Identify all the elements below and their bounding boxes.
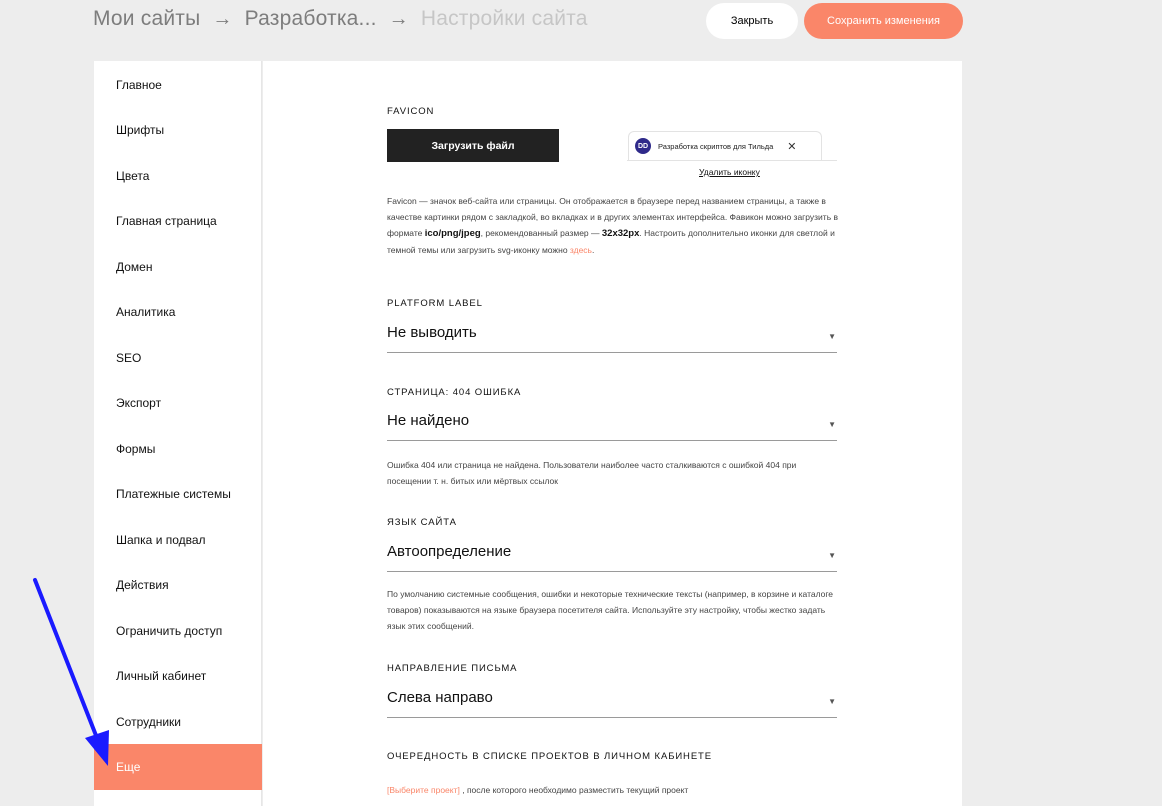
close-icon: ✕ (787, 140, 797, 153)
writing-direction-title: НАПРАВЛЕНИЕ ПИСЬМА (387, 663, 518, 674)
platform-label-title: PLATFORM LABEL (387, 298, 483, 309)
arrow-right-icon: → (388, 7, 409, 30)
favicon-desc-format: ico/png/jpeg (424, 228, 481, 239)
chevron-down-icon: ▼ (828, 551, 836, 560)
select-project-link[interactable]: [Выберите проект] (387, 785, 460, 795)
page-404-title: СТРАНИЦА: 404 ОШИБКА (387, 387, 522, 398)
chevron-down-icon: ▼ (828, 697, 836, 706)
tab-baseline (627, 160, 837, 161)
sidebar-item-more[interactable]: Еще (94, 744, 262, 790)
page-404-value: Не найдено (387, 412, 470, 429)
chevron-down-icon: ▼ (828, 332, 836, 341)
sidebar-item-fonts[interactable]: Шрифты (94, 107, 262, 153)
favicon-preview-icon: DD (635, 138, 651, 154)
sidebar-item-colors[interactable]: Цвета (94, 153, 262, 199)
favicon-desc-size: 32x32px (601, 228, 640, 239)
project-order-title: ОЧЕРЕДНОСТЬ В СПИСКЕ ПРОЕКТОВ В ЛИЧНОМ К… (387, 751, 712, 762)
arrow-right-icon: → (212, 7, 233, 30)
writing-direction-select[interactable]: Слева направо ▼ (387, 678, 837, 718)
site-language-title: ЯЗЫК САЙТА (387, 517, 457, 528)
chevron-down-icon: ▼ (828, 420, 836, 429)
favicon-title: FAVICON (387, 106, 435, 117)
breadcrumb: Мои сайты → Разработка... → Настройки са… (93, 4, 588, 34)
close-button[interactable]: Закрыть (706, 3, 798, 39)
sidebar-item-payment-systems[interactable]: Платежные системы (94, 471, 262, 517)
breadcrumb-current: Настройки сайта (420, 7, 588, 30)
page-404-description: Ошибка 404 или страница не найдена. Поль… (387, 460, 797, 486)
sidebar-item-actions[interactable]: Действия (94, 562, 262, 608)
breadcrumb-project[interactable]: Разработка... (245, 7, 377, 31)
settings-sidebar: Главное Шрифты Цвета Главная страница До… (94, 61, 262, 806)
sidebar-item-restrict-access[interactable]: Ограничить доступ (94, 608, 262, 654)
favicon-desc-text: . (591, 245, 595, 255)
sidebar-item-domain[interactable]: Домен (94, 244, 262, 290)
page-404-select[interactable]: Не найдено ▼ (387, 401, 837, 441)
favicon-description: Favicon — значок веб-сайта или страницы.… (387, 193, 839, 258)
settings-panel: FAVICON Загрузить файл DD Разработка скр… (263, 61, 962, 806)
platform-label-value: Не выводить (387, 324, 477, 341)
site-language-description: По умолчанию системные сообщения, ошибки… (387, 589, 834, 631)
sidebar-item-analytics[interactable]: Аналитика (94, 289, 262, 335)
platform-label-select[interactable]: Не выводить ▼ (387, 313, 837, 353)
sidebar-item-main[interactable]: Главное (94, 62, 262, 108)
sidebar-item-seo[interactable]: SEO (94, 335, 262, 381)
sidebar-item-forms[interactable]: Формы (94, 426, 262, 472)
favicon-desc-text: , рекомендованный размер — (480, 228, 602, 238)
sidebar-item-home-page[interactable]: Главная страница (94, 198, 262, 244)
sidebar-item-staff[interactable]: Сотрудники (94, 699, 262, 745)
remove-icon-link[interactable]: Удалить иконку (699, 167, 760, 177)
save-button[interactable]: Сохранить изменения (804, 3, 963, 39)
site-language-select[interactable]: Автоопределение ▼ (387, 532, 837, 572)
favicon-settings-link[interactable]: здесь (570, 245, 592, 255)
project-order-description: [Выберите проект] , после которого необх… (387, 782, 839, 798)
writing-direction-value: Слева направо (387, 689, 493, 706)
sidebar-item-export[interactable]: Экспорт (94, 380, 262, 426)
browser-tab-preview: DD Разработка скриптов для Тильда ✕ (628, 131, 822, 160)
tab-title: Разработка скриптов для Тильда (658, 141, 774, 151)
project-order-text: , после которого необходимо разместить т… (459, 785, 689, 795)
sidebar-item-personal-account[interactable]: Личный кабинет (94, 653, 262, 699)
sidebar-item-header-footer[interactable]: Шапка и подвал (94, 517, 262, 563)
breadcrumb-my-sites[interactable]: Мои сайты (93, 7, 200, 31)
upload-file-button[interactable]: Загрузить файл (387, 129, 559, 162)
site-language-value: Автоопределение (387, 543, 512, 560)
